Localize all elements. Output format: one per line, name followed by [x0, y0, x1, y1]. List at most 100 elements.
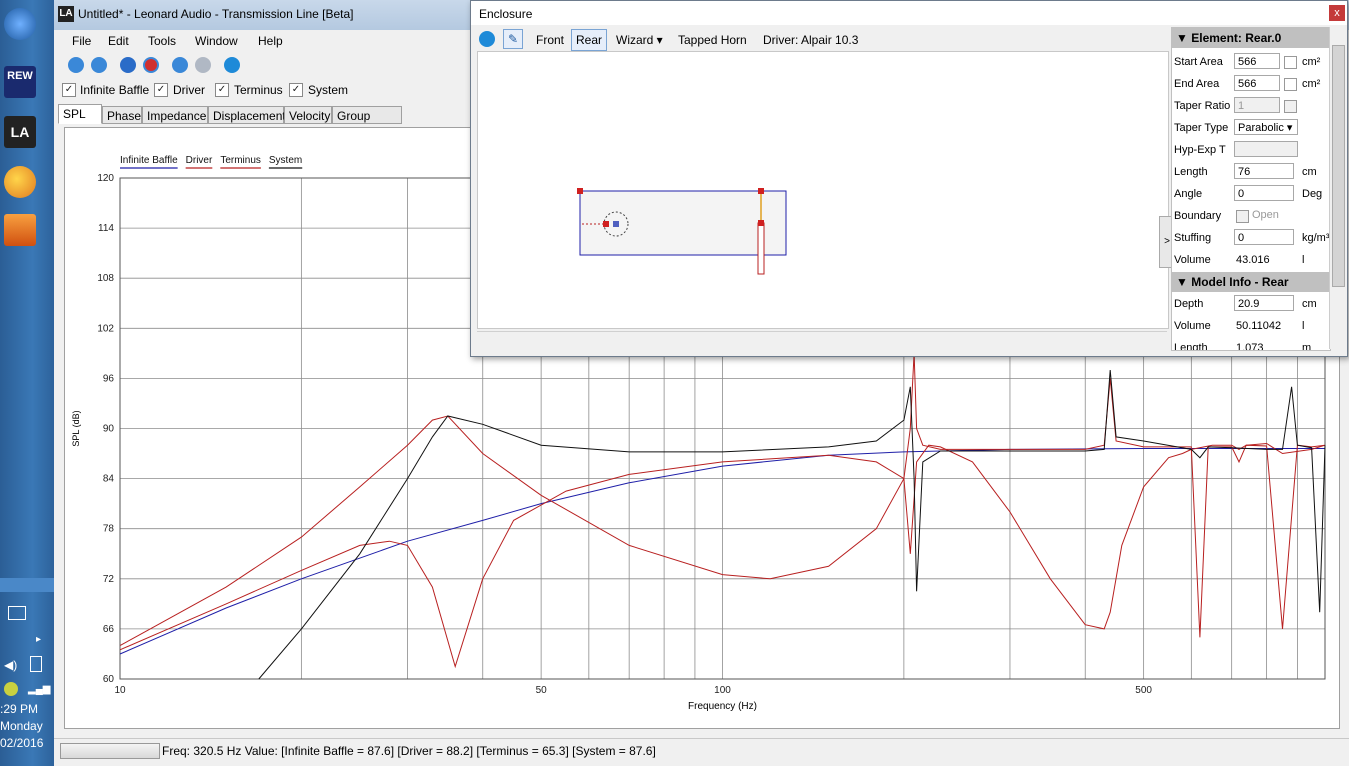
tab-group-delay[interactable]: Group Delay — [332, 106, 402, 141]
checkbox-system[interactable]: ✓ — [289, 83, 303, 97]
enclosure-scrollbar[interactable] — [477, 331, 1167, 350]
back-icon[interactable] — [172, 57, 188, 73]
menu-window[interactable]: Window — [195, 34, 238, 48]
taper-ratio-input[interactable]: 1 — [1234, 97, 1280, 113]
depth-input[interactable]: 20.9 — [1234, 295, 1294, 311]
record-blue-icon[interactable] — [120, 57, 136, 73]
angle-unit: Deg — [1302, 188, 1323, 200]
enclosure-window: Enclosure x ✎ Front Rear Wizard ▾ Tapped… — [470, 0, 1348, 357]
property-panel: ▼ Element: Rear.0 Start Area 566 cm² End… — [1171, 27, 1331, 351]
leonard-audio-app-icon[interactable]: LA — [4, 116, 36, 148]
end-area-unit: cm² — [1302, 78, 1321, 90]
expand-tray-icon[interactable]: ▸ — [36, 634, 41, 645]
taper-type-select[interactable]: Parabolic ▾ — [1234, 119, 1298, 135]
series-checkboxes: ✓ Infinite Baffle ✓ Driver ✓ Terminus ✓ … — [54, 80, 474, 100]
checkbox-driver[interactable]: ✓ — [154, 83, 168, 97]
start-area-checkbox[interactable] — [1284, 56, 1297, 69]
collapse-icon: ▼ — [1176, 31, 1188, 45]
record-red-icon[interactable] — [143, 57, 159, 73]
length-label: Length — [1174, 166, 1208, 178]
play-icon[interactable] — [479, 31, 495, 47]
wrench-icon[interactable]: ✎ — [503, 29, 523, 49]
rear-button[interactable]: Rear — [571, 29, 608, 51]
la-label: LA — [10, 124, 30, 140]
paint-app-icon[interactable] — [4, 166, 36, 198]
enclosure-diagram[interactable] — [478, 52, 1168, 328]
close-icon[interactable]: x — [1329, 5, 1345, 21]
legend-label[interactable]: System — [269, 155, 302, 166]
length-input[interactable]: 76 — [1234, 163, 1294, 179]
rew-app-icon[interactable]: REW — [4, 66, 36, 98]
tab-impedance[interactable]: Impedance — [142, 106, 208, 124]
status-readout: Freq: 320.5 Hz Value: [Infinite Baffle =… — [162, 744, 656, 758]
legend-label[interactable]: Terminus — [220, 155, 261, 166]
clock-time[interactable]: :29 PM — [0, 702, 54, 716]
y-tick-label: 114 — [98, 223, 114, 234]
tab-phase[interactable]: Phase — [102, 106, 142, 124]
end-area-checkbox[interactable] — [1284, 78, 1297, 91]
start-area-input[interactable]: 566 — [1234, 53, 1280, 69]
end-area-input[interactable]: 566 — [1234, 75, 1280, 91]
enclosure-port[interactable] — [757, 222, 765, 275]
start-orb-icon[interactable] — [4, 8, 36, 40]
volume-value: 43.016 — [1236, 254, 1270, 266]
node-driver-center[interactable] — [613, 221, 619, 227]
element-section-header[interactable]: ▼ Element: Rear.0 — [1172, 28, 1330, 48]
network-warning-icon[interactable] — [4, 682, 18, 696]
model-volume-label: Volume — [1174, 320, 1211, 332]
battery-icon[interactable] — [30, 656, 42, 672]
taper-ratio-checkbox[interactable] — [1284, 100, 1297, 113]
menu-help[interactable]: Help — [258, 34, 283, 48]
taper-type-label: Taper Type — [1174, 122, 1229, 134]
checkbox-label-driver: Driver — [173, 83, 205, 97]
node-top-left[interactable] — [577, 188, 583, 194]
angle-input[interactable]: 0 — [1234, 185, 1294, 201]
y-tick-label: 60 — [103, 674, 115, 685]
node-driver[interactable] — [603, 221, 609, 227]
legend-label[interactable]: Driver — [186, 155, 213, 166]
app-logo-icon: LA — [58, 6, 74, 22]
menu-edit[interactable]: Edit — [108, 34, 129, 48]
new-icon[interactable] — [68, 57, 84, 73]
front-button[interactable]: Front — [531, 29, 569, 51]
forward-icon[interactable] — [195, 57, 211, 73]
signal-icon[interactable]: ▂▄▆ — [28, 684, 50, 695]
property-panel-scrollbar[interactable] — [1329, 27, 1346, 349]
node-port[interactable] — [758, 220, 764, 226]
angle-label: Angle — [1174, 188, 1203, 200]
property-panel-scroll-thumb[interactable] — [1332, 45, 1345, 287]
driver-button[interactable]: Driver: Alpair 10.3 — [758, 29, 863, 51]
taskbar-scrollbar[interactable] — [0, 578, 54, 592]
legend-label[interactable]: Infinite Baffle — [120, 155, 178, 166]
menu-tools[interactable]: Tools — [148, 34, 176, 48]
boundary-checkbox[interactable] — [1236, 210, 1249, 223]
menu-file[interactable]: File — [72, 34, 91, 48]
x-tick-label: 50 — [536, 685, 548, 696]
checkbox-infinite-baffle[interactable]: ✓ — [62, 83, 76, 97]
volume-icon[interactable]: ◀) — [4, 658, 17, 672]
enclosure-titlebar[interactable]: Enclosure x — [471, 1, 1347, 25]
remote-desktop-icon[interactable] — [4, 214, 36, 246]
enclosure-body[interactable] — [579, 190, 787, 256]
play-icon[interactable] — [224, 57, 240, 73]
wizard-dropdown[interactable]: Wizard ▾ — [611, 29, 668, 51]
tab-displacement[interactable]: Displacement — [208, 106, 286, 124]
keyboard-icon[interactable] — [8, 606, 26, 620]
series-line-system[interactable] — [258, 370, 1326, 680]
tab-velocity[interactable]: Velocity — [284, 106, 332, 124]
clock-day[interactable]: Monday — [0, 719, 54, 733]
x-axis-label: Frequency (Hz) — [688, 701, 757, 712]
window-title: Untitled* - Leonard Audio - Transmission… — [78, 7, 354, 21]
clock-date[interactable]: 02/2016 — [0, 736, 54, 750]
open-icon[interactable] — [91, 57, 107, 73]
model-section-header[interactable]: ▼ Model Info - Rear — [1172, 272, 1330, 292]
node-top-right[interactable] — [758, 188, 764, 194]
model-length-label: Length — [1174, 342, 1208, 351]
tab-spl[interactable]: SPL — [58, 104, 102, 124]
checkbox-terminus[interactable]: ✓ — [215, 83, 229, 97]
stuffing-input[interactable]: 0 — [1234, 229, 1294, 245]
enclosure-canvas[interactable]: > — [477, 51, 1175, 329]
hyp-exp-input[interactable] — [1234, 141, 1298, 157]
y-tick-label: 66 — [103, 624, 115, 635]
tapped-horn-button[interactable]: Tapped Horn — [673, 29, 752, 51]
